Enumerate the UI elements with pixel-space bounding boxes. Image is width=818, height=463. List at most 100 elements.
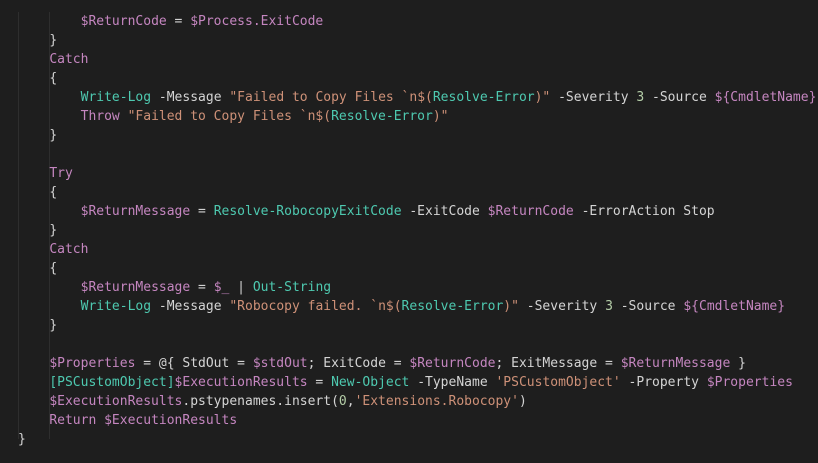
code-line: $ReturnCode = $Process.ExitCode <box>18 12 816 31</box>
code-token: $Process.ExitCode <box>190 14 324 29</box>
code-line: { <box>18 259 816 278</box>
code-token: 'PSCustomObject' <box>495 375 621 390</box>
code-line: [PSCustomObject]$ExecutionResults = New-… <box>18 373 816 392</box>
code-token: = <box>393 356 402 371</box>
code-token: | <box>237 280 245 295</box>
code-token: { <box>49 261 58 276</box>
code-token: Resolve-Error <box>331 109 433 124</box>
code-line: } <box>18 221 816 240</box>
code-token: 0 <box>338 394 347 409</box>
code-token: ; ExitMessage <box>495 356 606 371</box>
code-token: -Property <box>628 375 699 390</box>
code-line: $ExecutionResults.pstypenames.insert(0,'… <box>18 392 816 411</box>
code-token: } <box>18 432 26 447</box>
code-token: $ReturnCode <box>487 204 574 219</box>
code-token: = <box>237 356 245 371</box>
code-token: $ExecutionResults <box>104 413 238 428</box>
code-token: -ErrorAction <box>581 204 676 219</box>
code-token: Catch <box>49 52 89 67</box>
code-token: $Properties <box>706 375 793 390</box>
code-line: { <box>18 69 816 88</box>
code-token: $stdOut <box>252 356 308 371</box>
code-token: Write-Log <box>80 90 152 105</box>
code-token: 3 <box>605 299 613 314</box>
code-token: = <box>190 280 214 295</box>
code-block[interactable]: $ReturnCode = $Process.ExitCode } Catch … <box>18 12 816 449</box>
code-token: } <box>49 318 58 333</box>
code-line: } <box>18 316 816 335</box>
code-token: )" <box>534 90 551 105</box>
code-token: $ReturnMessage <box>620 356 731 371</box>
code-token: $ReturnMessage <box>80 204 191 219</box>
code-token: $ReturnMessage <box>80 280 191 295</box>
code-token: )" <box>503 299 519 314</box>
code-token: = <box>166 14 191 29</box>
code-token: @{ StdOut <box>158 356 238 371</box>
code-token: -Source <box>652 90 707 105</box>
code-token: "Failed to Copy Files `n$( <box>127 109 332 124</box>
code-token: $ReturnCode <box>409 356 496 371</box>
code-token: ) <box>518 394 527 409</box>
code-token: Catch <box>49 242 89 257</box>
code-token: } <box>730 356 746 371</box>
code-line: } <box>18 126 816 145</box>
code-token: $_ <box>213 280 230 295</box>
code-line: $Properties = @{ StdOut = $stdOut; ExitC… <box>18 354 816 373</box>
code-line: Try <box>18 164 816 183</box>
code-token: 'Extensions.Robocopy' <box>354 394 519 409</box>
code-token: = <box>135 356 159 371</box>
code-token: ${CmdletName} <box>714 90 817 105</box>
code-token: "Robocopy failed. `n$( <box>229 299 402 314</box>
code-line: { <box>18 183 816 202</box>
code-token: Return <box>49 413 97 428</box>
code-token: New-Object <box>331 375 410 390</box>
code-token: $Properties <box>49 356 136 371</box>
code-token: } <box>49 128 58 143</box>
code-token: = <box>307 375 332 390</box>
code-token: { <box>49 71 58 86</box>
code-editor[interactable]: $ReturnCode = $Process.ExitCode } Catch … <box>0 0 818 463</box>
code-token: Resolve-Error <box>401 299 504 314</box>
code-token: -ExitCode <box>409 204 480 219</box>
code-token: , <box>346 394 355 409</box>
code-line: Throw "Failed to Copy Files `n$(Resolve-… <box>18 107 816 126</box>
code-line: Write-Log -Message "Failed to Copy Files… <box>18 88 817 107</box>
code-token: [PSCustomObject] <box>49 375 175 390</box>
code-token: Resolve-RobocopyExitCode <box>213 204 402 219</box>
code-line: } <box>18 430 816 449</box>
code-token: } <box>49 223 58 238</box>
code-token: Throw <box>80 109 120 124</box>
code-line: Write-Log -Message "Robocopy failed. `n$… <box>18 297 816 316</box>
code-line: $ReturnMessage = $_ | Out-String <box>18 278 816 297</box>
code-line: Return $ExecutionResults <box>18 411 816 430</box>
